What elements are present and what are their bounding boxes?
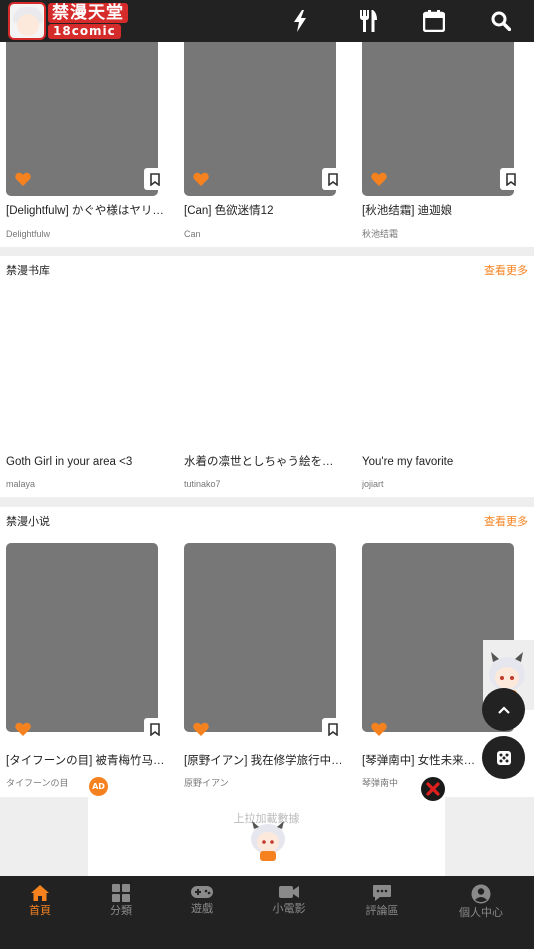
ad-banner[interactable]: 上拉加載數據 [88,797,445,876]
dice-icon [496,750,511,765]
comic-author[interactable]: 秋池结霜 [362,228,522,240]
comic-author[interactable]: malaya [6,478,166,490]
bookmark-icon[interactable] [500,168,522,190]
heart-icon[interactable] [185,718,217,740]
novel-section: 禁漫小说 查看更多 [タイフーンの目] 被青梅竹马… タイフーンの目 [原野イア… [0,507,534,797]
flash-icon[interactable] [285,6,315,36]
nav-item-categories[interactable]: 分類 [81,884,161,928]
novel-author[interactable]: タイフーンの目 [6,777,166,789]
heart-icon[interactable] [7,718,39,740]
logo-subtitle: 18comic [48,24,121,39]
comic-title[interactable]: You're my favorite [362,454,530,470]
heart-icon[interactable] [185,168,217,190]
search-icon[interactable] [486,6,516,36]
bookmark-icon[interactable] [144,168,166,190]
utensils-icon[interactable] [353,6,383,36]
comic-title[interactable]: [Can] 色欲迷情12 [184,203,352,219]
nav-label: 個人中心 [459,907,503,919]
comic-author[interactable]: jojiart [362,478,522,490]
logo-mascot-icon [8,2,46,40]
user-icon [471,884,491,904]
ad-close-button[interactable] [421,777,445,801]
heart-icon[interactable] [363,168,395,190]
nav-item-profile[interactable]: 個人中心 [441,884,521,928]
bookmark-icon[interactable] [322,168,344,190]
comic-author[interactable]: Delightfulw [6,228,166,240]
comic-title[interactable]: Goth Girl in your area <3 [6,454,174,470]
comic-title[interactable]: [秋池结霜] 迪迦娘 [362,203,530,219]
novel-title[interactable]: [琴弹南中] 女性未来想照… [362,753,482,769]
app-page: 禁漫天堂 18comic [Delightfulw] かぐや様はヤリ… Deli… [0,0,534,949]
nav-item-comments[interactable]: 評論區 [342,884,422,928]
top-header: 禁漫天堂 18comic [0,0,534,42]
bookmark-icon[interactable] [144,718,166,740]
heart-icon[interactable] [7,168,39,190]
nav-label: 小電影 [272,903,306,915]
view-more-link[interactable]: 查看更多 [484,264,528,278]
novel-title[interactable]: [原野イアン] 我在修学旅行中… [184,753,352,769]
nav-label: 遊戲 [191,903,213,915]
bookmark-icon[interactable] [322,718,344,740]
nav-label: 評論區 [365,905,399,917]
logo-title: 禁漫天堂 [48,3,128,23]
grid-icon [112,884,130,902]
novel-cover[interactable] [184,543,336,732]
comic-author[interactable]: Can [184,228,344,240]
ad-badge: AD [89,777,108,796]
nav-label: 首頁 [29,905,51,917]
random-dice-button[interactable] [482,736,525,779]
nav-item-games[interactable]: 遊戲 [162,884,242,928]
ad-mascot-icon [251,821,285,861]
home-icon [31,885,49,901]
novel-title[interactable]: [タイフーンの目] 被青梅竹马… [6,753,174,769]
novel-author[interactable]: 原野イアン [184,777,344,789]
nav-label: 分類 [110,905,132,917]
scroll-top-button[interactable] [482,688,525,731]
comic-title[interactable]: [Delightfulw] かぐや様はヤリ… [6,203,174,219]
calendar-icon[interactable] [419,6,449,36]
section-title: 禁漫小说 [6,516,50,528]
comment-icon [373,885,391,901]
nav-item-home[interactable]: 首頁 [0,884,80,928]
comic-author[interactable]: tutinako7 [184,478,344,490]
close-icon [426,782,440,796]
novel-cover[interactable] [6,543,158,732]
library-section: 禁漫书库 查看更多 Goth Girl in your area <3 mala… [0,256,534,497]
video-icon [279,886,299,898]
site-logo[interactable]: 禁漫天堂 18comic [8,2,130,40]
view-more-link[interactable]: 查看更多 [484,515,528,529]
heart-icon[interactable] [363,718,395,740]
comic-title[interactable]: 水着の凛世としちゃう絵を… [184,454,352,470]
nav-item-videos[interactable]: 小電影 [249,884,329,928]
gamepad-icon [191,886,213,898]
bottom-nav: 首頁 分類 遊戲 小電影 評論區 個人中心 [0,876,534,949]
section-title: 禁漫书库 [6,265,50,277]
